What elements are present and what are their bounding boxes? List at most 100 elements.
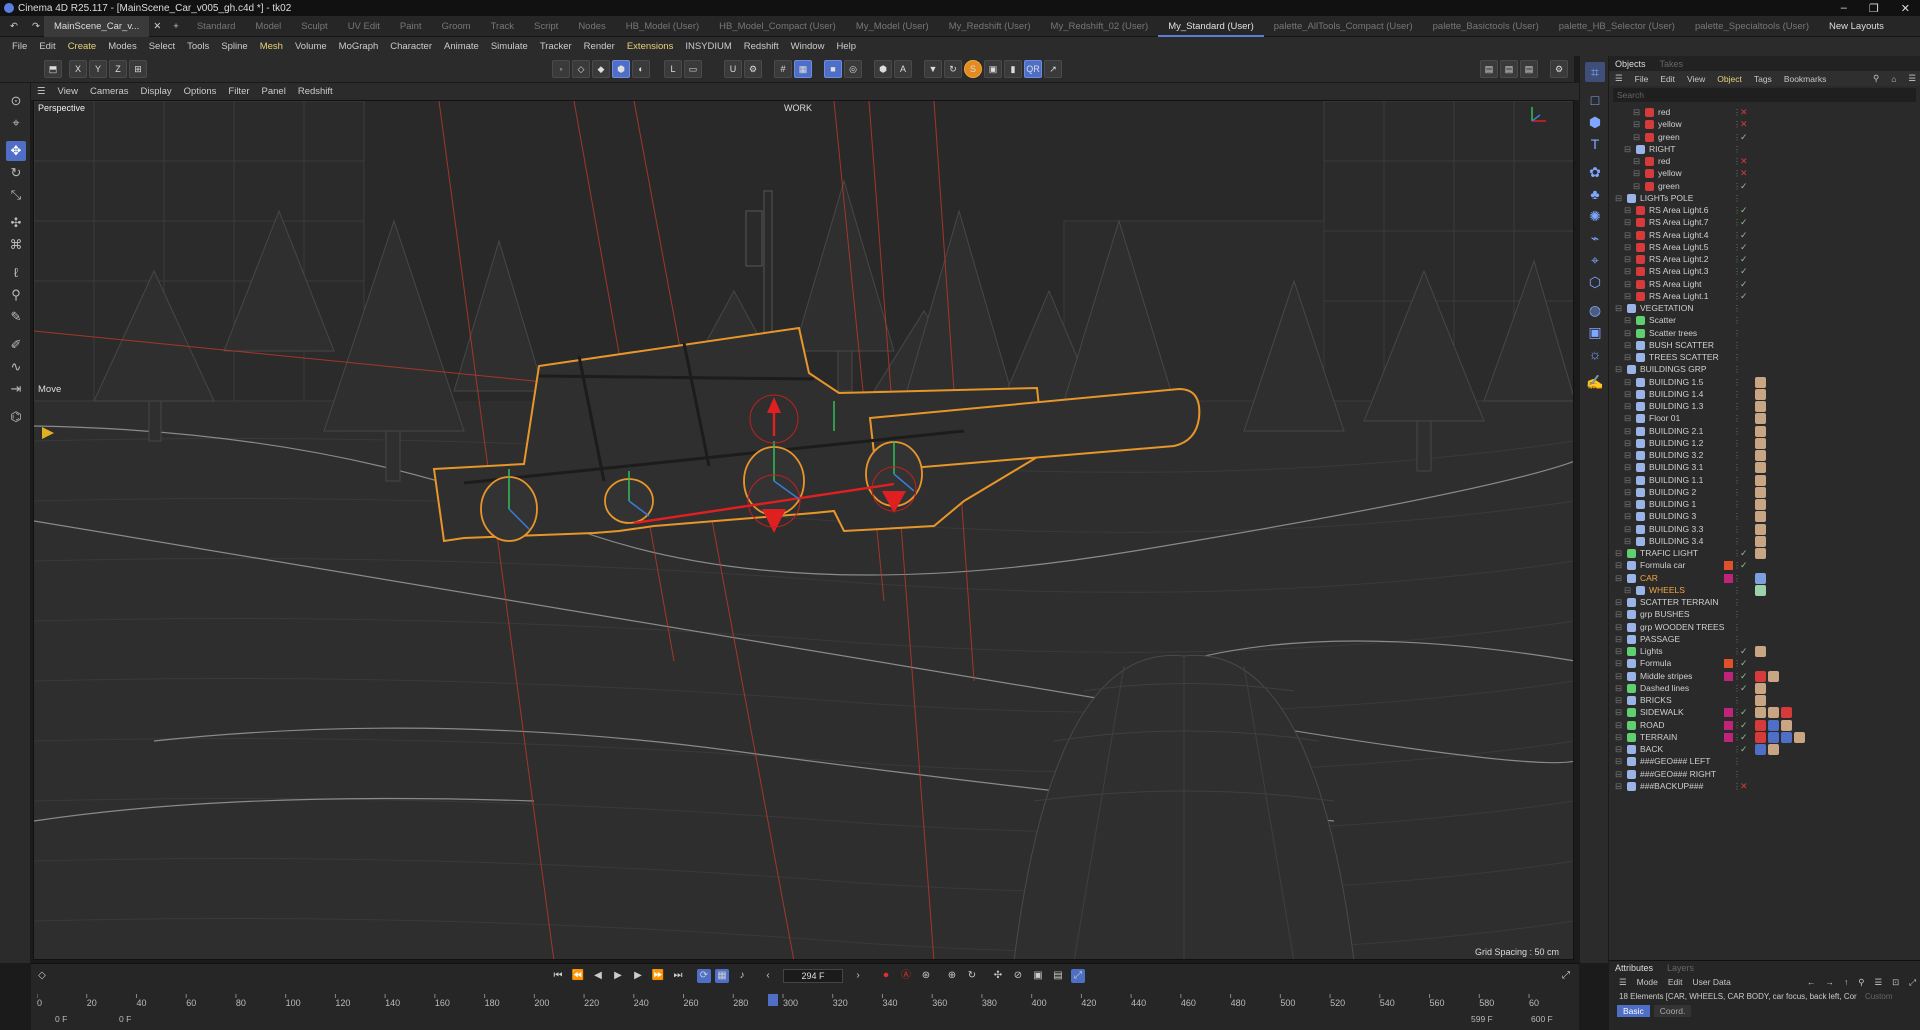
motion-paths-icon[interactable]: ⤢	[1071, 969, 1085, 983]
transform-tool-icon[interactable]: ✣	[6, 213, 26, 233]
layer-color-swatch[interactable]	[1724, 659, 1733, 669]
render-queue-3-icon[interactable]: ▤	[1520, 60, 1538, 78]
spline-object-icon[interactable]: ⌁	[1585, 228, 1605, 248]
menu-item[interactable]: Select	[143, 41, 181, 52]
new-layouts-button[interactable]: New Layouts	[1819, 16, 1920, 37]
brush-icon[interactable]: ✎	[6, 307, 26, 327]
light-icon[interactable]: ☼	[1585, 344, 1605, 364]
field-icon[interactable]: ⬡	[1585, 272, 1605, 292]
redshift-icon[interactable]: S	[964, 60, 982, 78]
loop-icon[interactable]: ⟳	[697, 969, 711, 983]
viewport-menu-item[interactable]: Panel	[256, 86, 292, 97]
basic-button[interactable]: Basic	[1617, 1005, 1650, 1017]
viewport-menu-item[interactable]: View	[52, 86, 84, 97]
keyframe-selection-icon[interactable]: ⊛	[919, 969, 933, 983]
layout-tab[interactable]: Sculpt	[291, 16, 337, 37]
menu-item[interactable]: Window	[785, 41, 831, 52]
menu-item[interactable]: Render	[578, 41, 621, 52]
deformer-icon[interactable]: ✺	[1585, 206, 1605, 226]
cube-icon[interactable]: ⬢	[1585, 112, 1605, 132]
snap-icon[interactable]: U	[724, 60, 742, 78]
tab-takes[interactable]: Takes	[1660, 59, 1684, 69]
next-key-icon[interactable]: ⏩	[651, 969, 665, 983]
attrmenu-mode[interactable]: Mode	[1637, 977, 1658, 987]
autokey-icon[interactable]: Ⓐ	[899, 969, 913, 983]
polygons-mode-icon[interactable]: ◆	[592, 60, 610, 78]
next-frame-icon[interactable]: ▶	[631, 969, 645, 983]
keyframe-icon[interactable]: ◇	[35, 969, 49, 983]
menu-item[interactable]: Animate	[438, 41, 485, 52]
render-picture-viewer-icon[interactable]: ↻	[944, 60, 962, 78]
object-row[interactable]: ⊟ ###BACKUP### ⋮ ✕	[1609, 779, 1920, 794]
menu-item[interactable]: Tracker	[534, 41, 578, 52]
points-mode-icon[interactable]: ◦	[552, 60, 570, 78]
objmenu-tags[interactable]: Tags	[1754, 74, 1772, 84]
knife-icon[interactable]: ⚲	[6, 285, 26, 305]
param-key-icon[interactable]: ✣	[991, 969, 1005, 983]
viewport-camera-label[interactable]: Perspective	[38, 103, 85, 113]
expand-toggle-icon[interactable]: ⊟	[1615, 779, 1622, 794]
menu-item[interactable]: Edit	[33, 41, 61, 52]
menu-item[interactable]: Create	[62, 41, 103, 52]
objmenu-file[interactable]: File	[1635, 74, 1649, 84]
undo-icon[interactable]: ↶	[0, 16, 28, 37]
environment-icon[interactable]: ◍	[1585, 300, 1605, 320]
go-to-end-icon[interactable]: ⏭	[671, 969, 685, 983]
layout-tab[interactable]: palette_AllTools_Compact (User)	[1264, 16, 1423, 37]
document-tab[interactable]: MainScene_Car_v...	[43, 15, 150, 37]
menu-item[interactable]: Volume	[289, 41, 333, 52]
viewport-menu-item[interactable]: Display	[135, 86, 178, 97]
menu-item[interactable]: Simulate	[485, 41, 534, 52]
forward-arrow-icon[interactable]: →	[1825, 977, 1834, 987]
scale-tool-icon[interactable]: ⤡	[6, 185, 26, 205]
menu-item[interactable]: File	[6, 41, 33, 52]
paint-icon[interactable]: ✍	[1585, 372, 1605, 392]
preview-start-field[interactable]: 0 F	[119, 1014, 131, 1024]
coordinate-system-icon[interactable]: ⊞	[129, 60, 147, 78]
prev-frame-icon[interactable]: ◀	[591, 969, 605, 983]
axis-mode-icon[interactable]: L	[664, 60, 682, 78]
start-frame-field[interactable]: 0 F	[55, 1014, 67, 1024]
cloner-icon[interactable]: ♣	[1585, 184, 1605, 204]
layout-tab[interactable]: palette_Specialtools (User)	[1685, 16, 1819, 37]
objmenu-view[interactable]: View	[1687, 74, 1705, 84]
layer-color-swatch[interactable]	[1724, 573, 1733, 583]
pla-key-icon[interactable]: ⊘	[1011, 969, 1025, 983]
render-queue-2-icon[interactable]: ▤	[1500, 60, 1518, 78]
layout-tab[interactable]: Script	[524, 16, 568, 37]
timeline-expand-icon[interactable]: ⤢	[1559, 969, 1573, 983]
text-icon[interactable]: T	[1585, 134, 1605, 154]
layout-tab[interactable]: palette_Basictools (User)	[1423, 16, 1549, 37]
frame-right-arrow-icon[interactable]: ›	[851, 969, 865, 983]
layer-color-swatch[interactable]	[1724, 720, 1733, 730]
viewport-solo-icon[interactable]: ◎	[844, 60, 862, 78]
menu-item[interactable]: Help	[830, 41, 862, 52]
objmenu-object[interactable]: Object	[1717, 74, 1742, 84]
viewport-menu-item[interactable]: Cameras	[84, 86, 135, 97]
pen-tool-icon[interactable]: ✐	[6, 335, 26, 355]
disabled-icon[interactable]: ✕	[1740, 779, 1748, 794]
layout-tab[interactable]: UV Edit	[338, 16, 390, 37]
maximize-icon[interactable]: ❐	[1869, 2, 1879, 15]
layout-tab[interactable]: My_Redshift (User)	[939, 16, 1041, 37]
layout-tab[interactable]: HB_Model_Compact (User)	[709, 16, 846, 37]
magnet-icon[interactable]: ⌬	[6, 407, 26, 427]
timeline-ruler[interactable]: 0 20 40 60 80 100 120 140 160 180 200 220 240 260 280 3…	[37, 994, 1575, 1012]
viewport-menu-item[interactable]: Redshift	[292, 86, 339, 97]
render-queue-icon[interactable]: ▤	[1480, 60, 1498, 78]
menu-item[interactable]: Modes	[102, 41, 143, 52]
preview-end-field[interactable]: 599 F	[1471, 1014, 1493, 1024]
layout-tab[interactable]: HB_Model (User)	[616, 16, 709, 37]
lasso-icon[interactable]: ℓ	[6, 263, 26, 283]
layer-color-swatch[interactable]	[1724, 671, 1733, 681]
layout-tab[interactable]: Paint	[390, 16, 432, 37]
object-manager-icon[interactable]: ⌗	[1585, 62, 1605, 82]
new-doc-icon[interactable]: +	[165, 16, 187, 37]
menu-item[interactable]: Extensions	[621, 41, 679, 52]
menu-item[interactable]: INSYDIUM	[679, 41, 737, 52]
select-tool-icon[interactable]: ⊙	[6, 91, 26, 111]
workplane-icon[interactable]: ▭	[684, 60, 702, 78]
layout-tab[interactable]: Model	[245, 16, 291, 37]
home-icon[interactable]: ⌂	[1891, 74, 1896, 84]
z-axis-icon[interactable]: Z	[109, 60, 127, 78]
